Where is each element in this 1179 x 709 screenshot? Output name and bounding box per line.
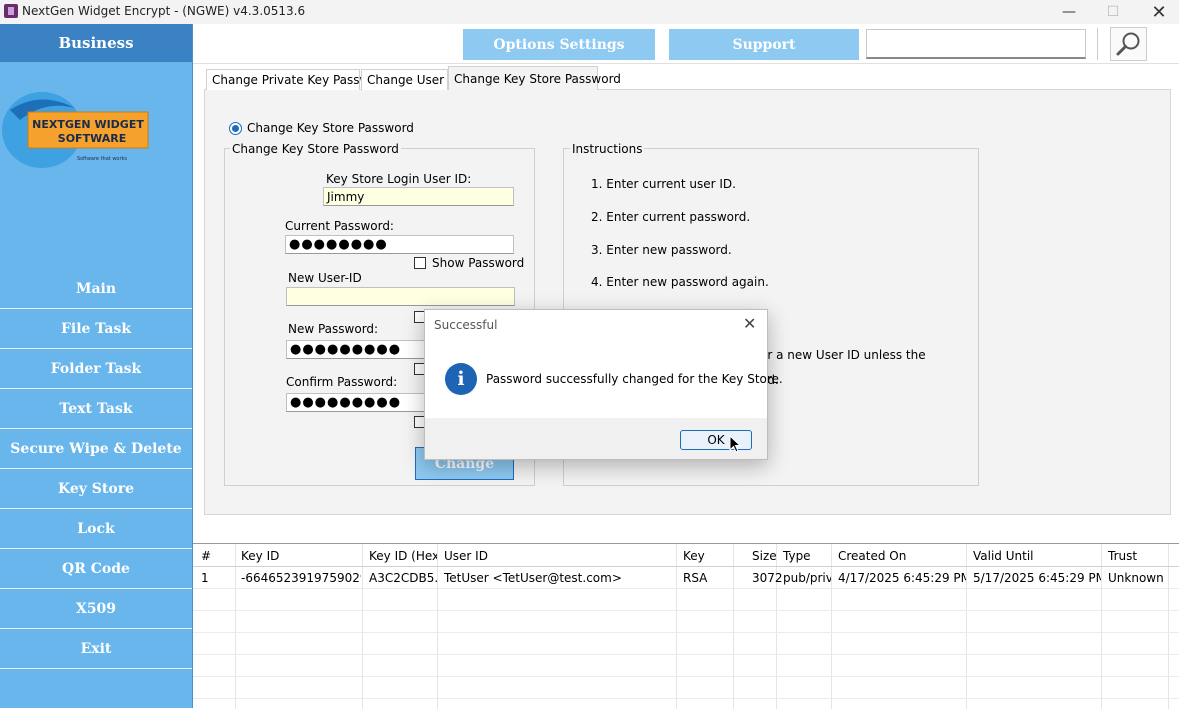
nav-key-store[interactable]: Key Store <box>0 469 192 509</box>
confirm-password-label: Confirm Password: <box>286 375 398 389</box>
grid-cell[interactable]: 1 <box>193 571 235 585</box>
instruction-step: 1. Enter current user ID. <box>591 177 736 191</box>
tab-change-key-store-password[interactable]: Change Key Store Password <box>448 66 621 90</box>
grid-header[interactable]: Key <box>675 549 733 563</box>
dialog-close-button[interactable]: ✕ <box>743 314 756 333</box>
success-dialog: Successful ✕ i Password successfully cha… <box>424 309 783 460</box>
grid-cell[interactable]: pub/priv <box>775 571 831 585</box>
nav-text-task[interactable]: Text Task <box>0 389 192 429</box>
logo-line2: SOFTWARE <box>58 132 126 145</box>
nav-main[interactable]: Main <box>0 269 192 309</box>
key-grid: # Key ID Key ID (Hex) User ID Key Size T… <box>193 543 1179 709</box>
logo-line1: NEXTGEN WIDGET <box>32 118 144 131</box>
grid-header[interactable]: Trust <box>1100 549 1170 563</box>
grid-cell[interactable]: 5/17/2025 6:45:29 PM <box>965 571 1101 585</box>
instruction-step: 2. Enter current password. <box>591 210 751 224</box>
dialog-title: Successful <box>434 318 498 332</box>
login-user-id-label: Key Store Login User ID: <box>326 172 472 186</box>
nav-secure-wipe[interactable]: Secure Wipe & Delete <box>0 429 192 469</box>
current-password-field[interactable]: ●●●●●●●● <box>285 235 514 254</box>
change-key-store-radio[interactable]: Change Key Store Password <box>229 121 414 135</box>
new-password-label: New Password: <box>288 322 379 336</box>
window-title: NextGen Widget Encrypt - (NGWE) v4.3.051… <box>22 4 306 18</box>
maximize-button[interactable]: ☐ <box>1090 0 1136 24</box>
grid-header[interactable]: Key ID <box>233 549 361 563</box>
current-password-label: Current Password: <box>285 219 394 233</box>
group-title: Change Key Store Password <box>230 142 401 156</box>
support-button[interactable]: Support <box>669 29 859 60</box>
instruction-partial-text: er a new User ID unless the <box>760 348 926 362</box>
instruction-step: 3. Enter new password. <box>591 243 732 257</box>
nav-folder-task[interactable]: Folder Task <box>0 349 192 389</box>
minimize-button[interactable]: — <box>1046 0 1092 24</box>
grid-cell[interactable]: 4/17/2025 6:45:29 PM <box>830 571 966 585</box>
dialog-ok-button[interactable]: OK <box>680 430 752 450</box>
search-input[interactable] <box>866 29 1086 59</box>
show-password-checkbox[interactable] <box>414 257 426 269</box>
radio-selected-icon[interactable] <box>229 121 242 135</box>
toolbar-separator <box>1097 28 1098 60</box>
dialog-message: Password successfully changed for the Ke… <box>486 372 783 386</box>
nav-file-task[interactable]: File Task <box>0 309 192 349</box>
grid-header[interactable]: Valid Until <box>965 549 1101 563</box>
new-user-id-label: New User-ID <box>288 271 362 285</box>
title-bar: NextGen Widget Encrypt - (NGWE) v4.3.051… <box>0 0 1179 24</box>
sidebar: Business NEXTGEN WIDGET SOFTWARE Softwar… <box>0 24 193 708</box>
top-divider <box>193 63 1179 64</box>
radio-label: Change Key Store Password <box>247 121 414 135</box>
search-button[interactable] <box>1110 27 1147 61</box>
instructions-title: Instructions <box>570 142 645 156</box>
close-window-button[interactable]: ✕ <box>1136 0 1179 24</box>
info-icon: i <box>445 363 477 395</box>
grid-cell[interactable]: Unknown <box>1100 571 1170 585</box>
tab-change-user-id[interactable]: Change User ID <box>361 69 461 90</box>
sidebar-header: Business <box>0 24 192 62</box>
grid-header[interactable]: Key ID (Hex) <box>361 549 437 563</box>
grid-header[interactable]: # <box>193 549 235 563</box>
grid-cell[interactable]: -66465239197590296... <box>233 571 361 585</box>
logo-tagline: Software that works <box>77 156 127 162</box>
mouse-cursor-icon <box>729 435 741 453</box>
options-settings-button[interactable]: Options Settings <box>463 29 655 60</box>
app-icon <box>4 4 18 18</box>
nav-x509[interactable]: X509 <box>0 589 192 629</box>
grid-cell[interactable]: A3C2CDB5... <box>361 571 437 585</box>
grid-header[interactable]: Created On <box>830 549 966 563</box>
nav-exit[interactable]: Exit <box>0 629 192 669</box>
grid-header[interactable]: User ID <box>436 549 676 563</box>
show-password-label: Show Password <box>432 256 525 270</box>
nav-lock[interactable]: Lock <box>0 509 192 549</box>
grid-cell[interactable]: RSA <box>675 571 733 585</box>
login-user-id-field[interactable]: Jimmy <box>323 187 514 206</box>
nav-qr-code[interactable]: QR Code <box>0 549 192 589</box>
grid-cell[interactable]: TetUser <TetUser@test.com> <box>436 571 676 585</box>
search-icon <box>1116 32 1139 56</box>
instruction-step: 4. Enter new password again. <box>591 275 769 289</box>
new-user-id-field[interactable] <box>286 287 515 306</box>
company-logo: NEXTGEN WIDGET SOFTWARE Software that wo… <box>2 92 149 168</box>
tab-change-private-key-password[interactable]: Change Private Key Password <box>206 69 389 90</box>
grid-header[interactable]: Type <box>775 549 831 563</box>
